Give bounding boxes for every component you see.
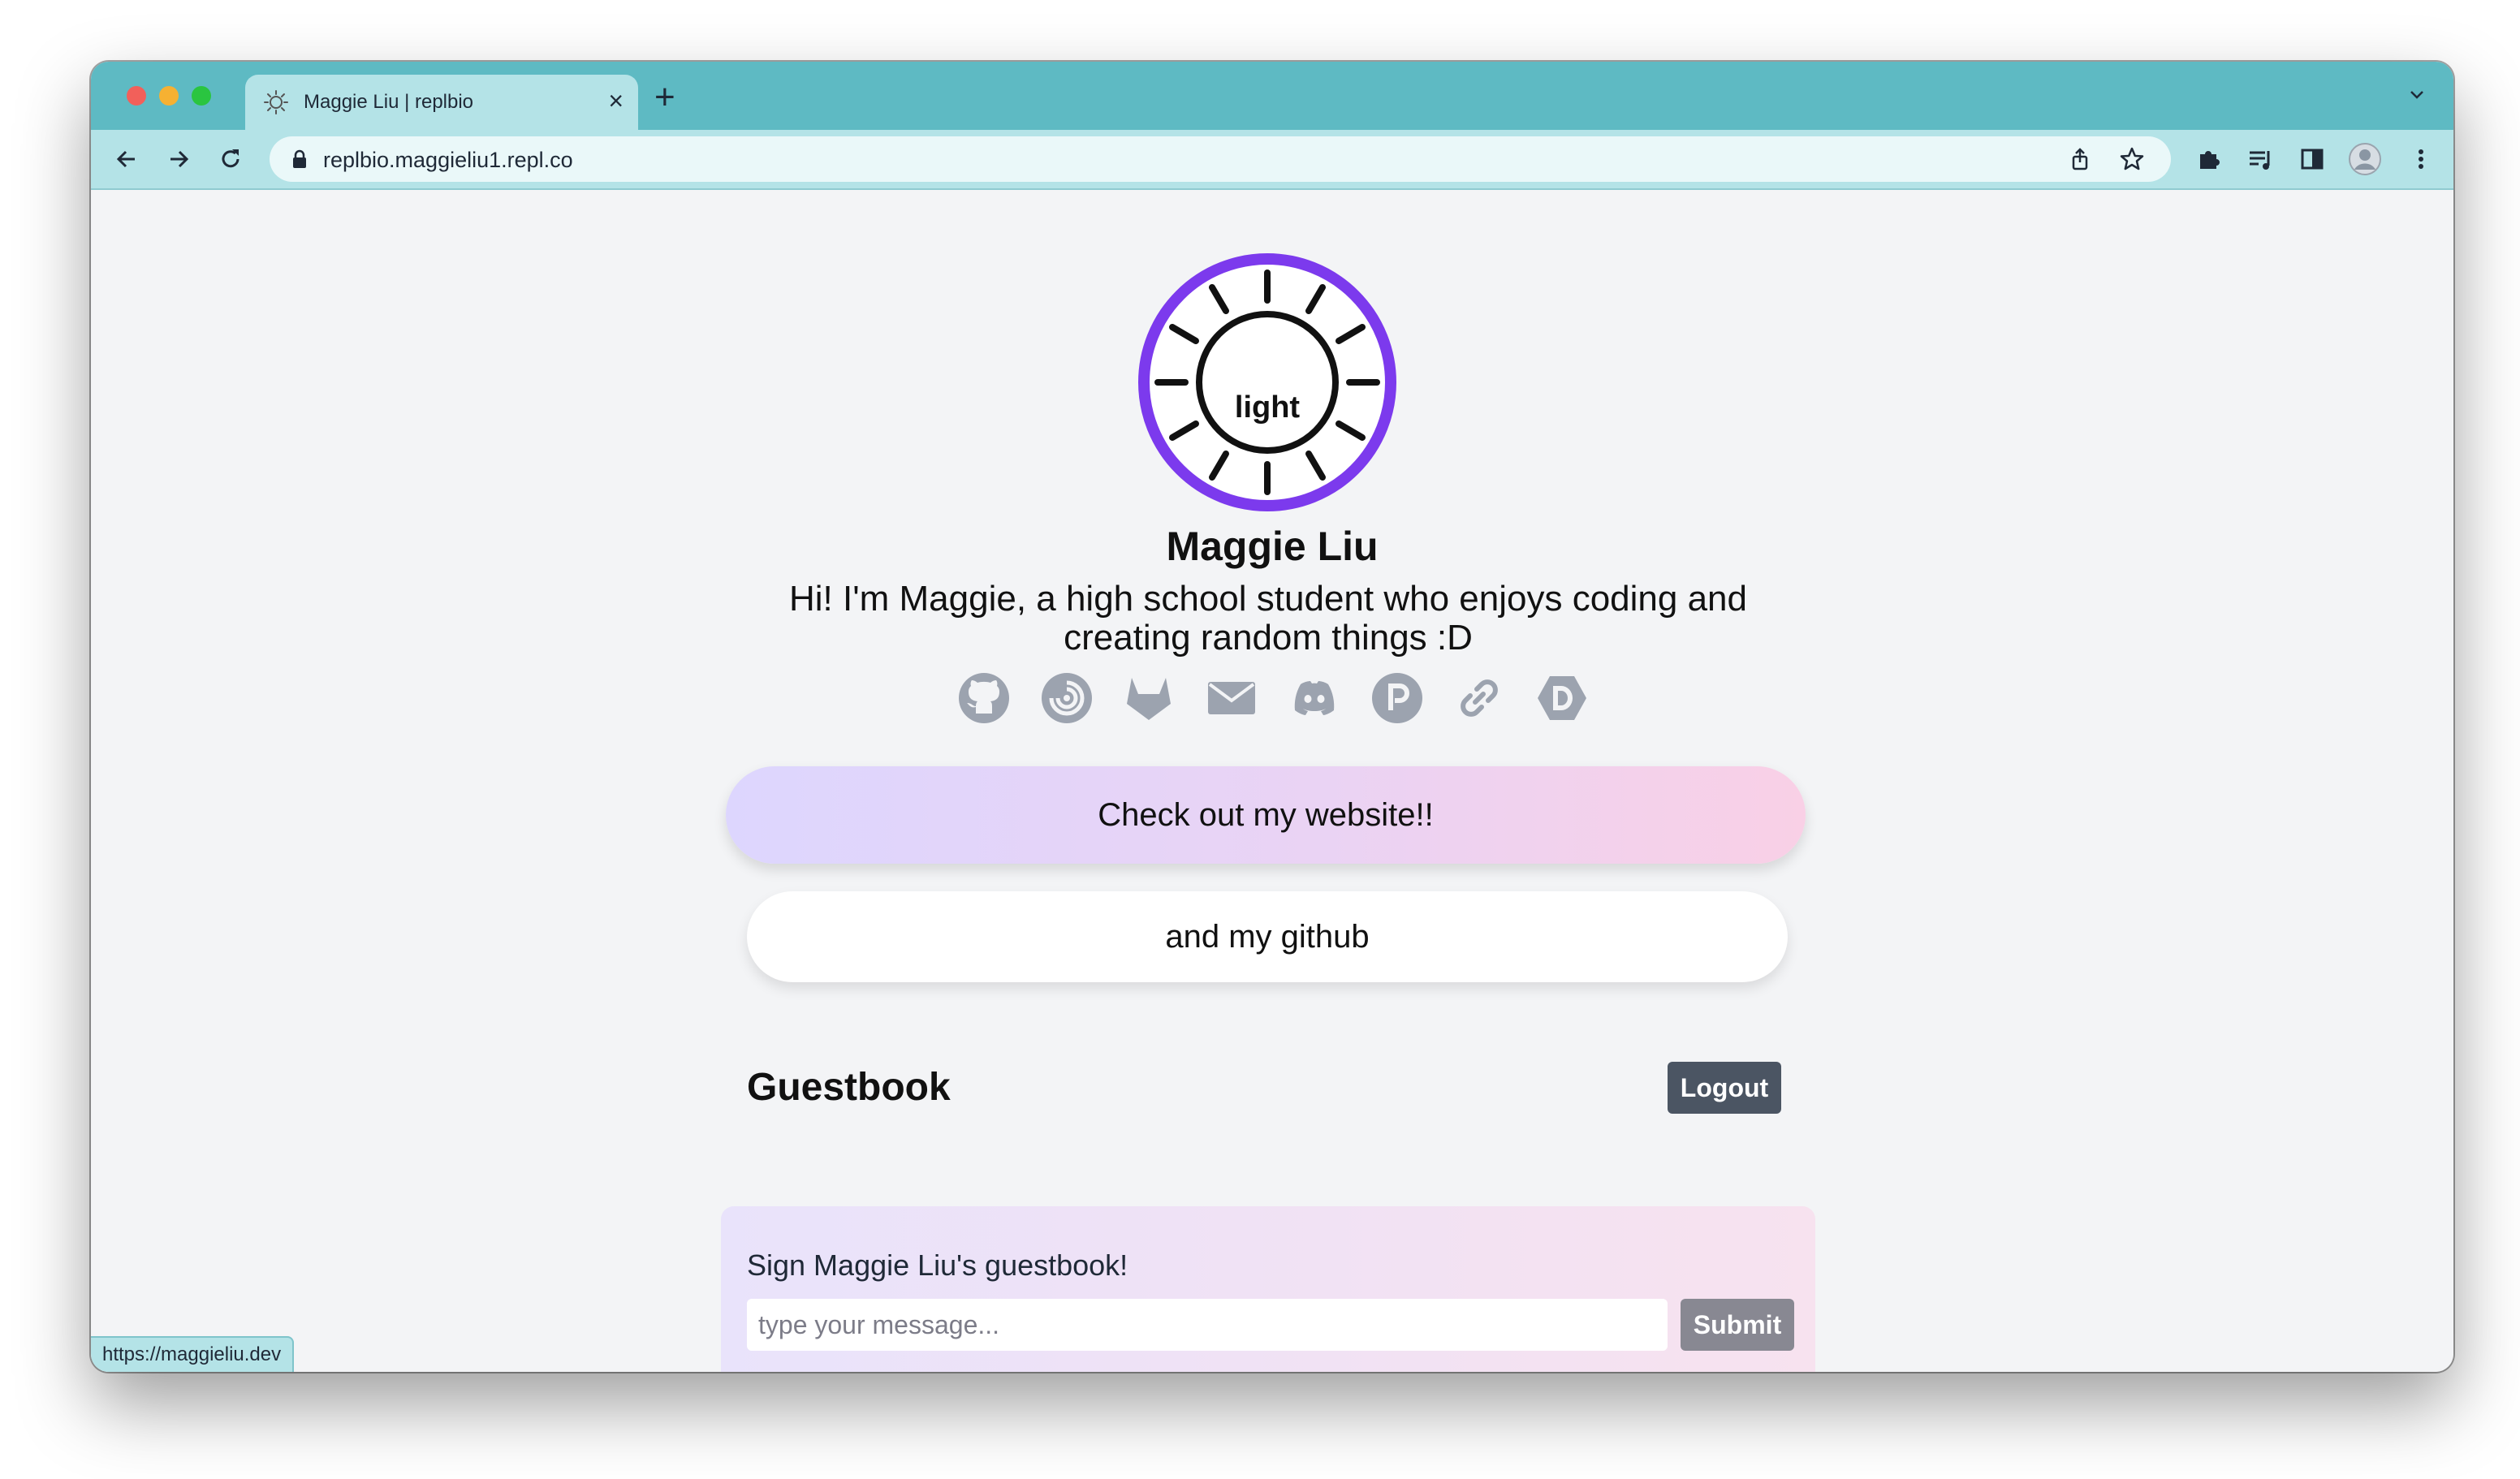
url-text: replbio.maggieliu1.repl.co xyxy=(323,148,573,172)
address-bar[interactable]: replbio.maggieliu1.repl.co xyxy=(270,136,2171,182)
discord-icon[interactable] xyxy=(1287,671,1342,726)
tab-close-icon[interactable]: × xyxy=(608,86,624,115)
status-bar-url: https://maggieliu.dev xyxy=(91,1336,295,1372)
producthunt-icon[interactable] xyxy=(1370,671,1425,726)
share-icon[interactable] xyxy=(2065,144,2095,174)
website-link-button[interactable]: Check out my website!! xyxy=(726,766,1806,864)
guestbook-title: Guestbook xyxy=(747,1066,951,1109)
media-queue-icon[interactable] xyxy=(2246,144,2275,174)
side-panel-icon[interactable] xyxy=(2298,144,2327,174)
page-content: light Maggie Liu Hi! I'm Maggie, a high … xyxy=(91,190,2453,1372)
browser-toolbar: replbio.maggieliu1.repl.co xyxy=(91,130,2453,190)
extensions-puzzle-icon[interactable] xyxy=(2194,144,2223,174)
sun-favicon-icon xyxy=(264,90,288,114)
profile-avatar-icon[interactable] xyxy=(2348,142,2382,176)
tab-strip: Maggie Liu | replbio × + xyxy=(91,62,2453,130)
devpost-icon[interactable] xyxy=(1534,671,1590,726)
minimize-window-button[interactable] xyxy=(159,86,179,106)
close-window-button[interactable] xyxy=(127,86,146,106)
browser-window: Maggie Liu | replbio × + replbio.maggiel… xyxy=(91,62,2453,1372)
guestbook-message-input[interactable] xyxy=(747,1299,1668,1351)
lock-icon xyxy=(293,149,306,168)
tab-search-chevron-icon[interactable] xyxy=(2405,83,2429,107)
github-icon[interactable] xyxy=(956,671,1012,726)
maximize-window-button[interactable] xyxy=(192,86,211,106)
new-tab-button[interactable]: + xyxy=(654,80,675,115)
guestbook-form: Sign Maggie Liu's guestbook! Submit xyxy=(721,1206,1815,1372)
browser-tab[interactable]: Maggie Liu | replbio × xyxy=(245,75,638,130)
tab-title: Maggie Liu | replbio xyxy=(304,91,474,113)
social-links xyxy=(956,671,1590,726)
back-arrow-icon[interactable] xyxy=(112,144,141,174)
forward-arrow-icon[interactable] xyxy=(164,144,193,174)
logout-button[interactable]: Logout xyxy=(1668,1062,1781,1114)
link-icon[interactable] xyxy=(1452,671,1507,726)
replit-icon[interactable] xyxy=(1039,671,1094,726)
github-link-button[interactable]: and my github xyxy=(747,891,1788,982)
bookmark-star-icon[interactable] xyxy=(2117,144,2147,174)
guestbook-prompt: Sign Maggie Liu's guestbook! xyxy=(747,1248,1128,1282)
reload-icon[interactable] xyxy=(216,144,245,174)
email-icon[interactable] xyxy=(1204,671,1259,726)
profile-bio: Hi! I'm Maggie, a high school student wh… xyxy=(789,579,1747,658)
profile-name: Maggie Liu xyxy=(1166,524,1379,569)
avatar-label: light xyxy=(1235,390,1301,425)
avatar[interactable]: light xyxy=(1137,252,1398,513)
more-menu-icon[interactable] xyxy=(2406,144,2436,174)
submit-button[interactable]: Submit xyxy=(1681,1299,1794,1351)
gitlab-icon[interactable] xyxy=(1121,671,1176,726)
